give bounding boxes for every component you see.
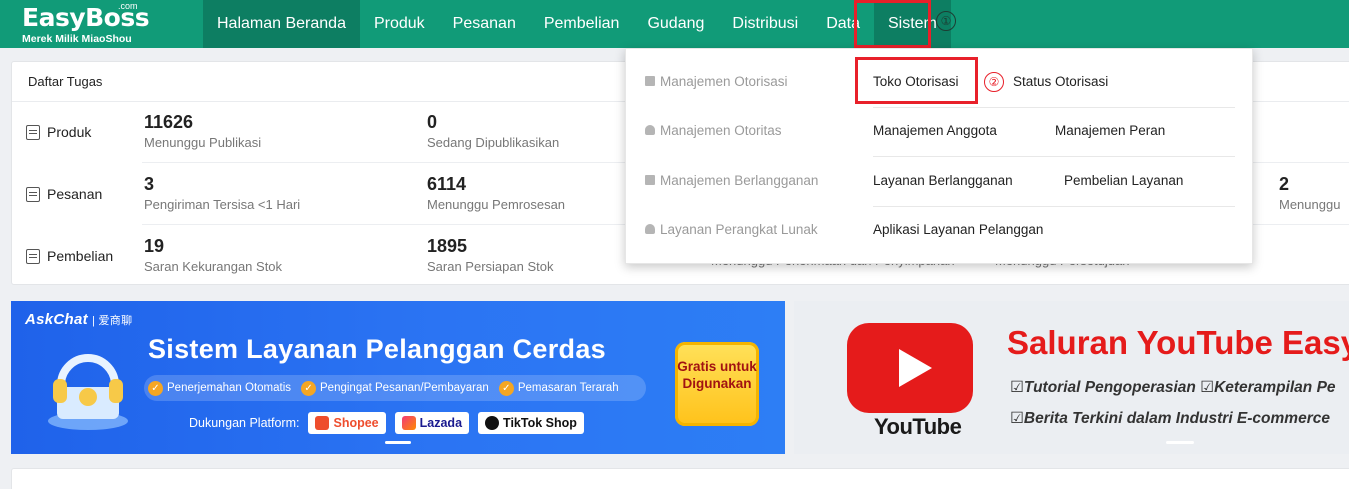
stat-number: 2 [1279,174,1290,194]
lazada-icon [401,416,416,430]
stat-label: Saran Persiapan Stok [427,259,554,274]
shopee-icon [315,416,330,430]
stat-label: Sedang Dipublikasikan [427,135,560,150]
youtube-banner-line-2: ☑Berita Terkini dalam Industri E-commerc… [1010,410,1330,427]
feature-text: Pengingat Pesanan/Pembayaran [320,382,489,394]
askchat-brand: AskChat | 爱商聊 [25,311,132,328]
step-1-marker: ① [936,11,956,31]
order-doc-icon [26,186,40,202]
software-user-icon [645,224,655,234]
stat-number: 1895 [427,236,468,256]
nav-item-gudang[interactable]: Gudang [633,0,718,48]
banner-title: Sistem Layanan Pelanggan Cerdas [148,334,606,364]
feature-list: ✓ Penerjemahan Otomatis ✓ Pengingat Pesana… [144,375,646,401]
headset-illustration-icon [48,354,128,430]
top-navigation-bar: EasyBoss .com Merek Milik MiaoShou Halam… [0,0,1349,48]
bookmark-icon [645,175,655,185]
stat-menunggu-publikasi[interactable]: 11626 Menunggu Publikasi [144,110,261,152]
stat-sedang-dipublikasikan[interactable]: 0 Sedang Dipublikasikan [427,110,559,152]
user-icon [645,125,655,135]
check-icon: ✓ [498,380,514,396]
bottom-card [11,468,1349,489]
toko-otorisasi-highlight-box [855,57,978,104]
platform-label: Dukungan Platform: [189,416,300,430]
stat-number: 0 [427,112,438,132]
dd-category-label: Manajemen Otoritas [660,122,782,138]
carousel-indicator[interactable] [385,441,411,444]
dd-link-manajemen-anggota[interactable]: Manajemen Anggota [873,105,997,155]
nav-item-produk[interactable]: Produk [360,0,439,48]
free-cta-badge[interactable]: Gratis untuk Digunakan [675,342,759,426]
play-icon [899,349,932,387]
brand-cn: | 爱商聊 [91,315,133,327]
task-row-label: Pesanan [47,186,103,202]
dd-link-layanan-berlangganan[interactable]: Layanan Berlangganan [873,155,1013,205]
dd-category-label: Manajemen Berlangganan [660,172,819,188]
step-2-marker: ② [984,72,1004,92]
nav-item-pesanan[interactable]: Pesanan [439,0,530,48]
nav-item-pembelian[interactable]: Pembelian [530,0,634,48]
dd-category-label: Manajemen Otorisasi [660,73,788,89]
task-row-label: Pembelian [47,248,114,264]
stat-label: Menunggu Publikasi [144,135,262,150]
youtube-banner-line-1: ☑Tutorial Pengoperasian ☑Keterampilan Pe [1010,379,1336,396]
platform-name: Lazada [419,416,463,430]
stat-number: 11626 [144,112,194,132]
dd-link-aplikasi-layanan[interactable]: Aplikasi Layanan Pelanggan [873,204,1043,254]
sistem-highlight-box [854,0,931,48]
feature-item: ✓ Pengingat Pesanan/Pembayaran [301,380,489,396]
tiktok-icon [485,416,500,430]
feature-item: ✓ Pemasaran Terarah [498,380,619,396]
store-icon [645,76,655,86]
brand-name: AskChat [25,311,88,328]
check-icon: ✓ [148,380,163,396]
feature-item: ✓ Penerjemahan Otomatis [148,380,292,396]
task-row-label: Produk [47,124,92,140]
stat-saran-kekurangan-stok[interactable]: 19 Saran Kekurangan Stok [144,234,282,276]
youtube-banner-title: Saluran YouTube EasyBo [1007,324,1349,361]
stat-number: 19 [144,236,165,256]
lazada-badge: Lazada [394,412,470,434]
stat-menunggu-pemrosesan[interactable]: 6114 Menunggu Pemrosesan [427,172,565,214]
dd-row-otoritas: Manajemen Otoritas Manajemen Anggota Man… [626,105,1254,155]
stat-menunggu-right[interactable]: 2 Menunggu [1279,172,1340,214]
nav-item-beranda[interactable]: Halaman Beranda [203,0,360,48]
platform-name: Shopee [333,416,379,430]
feature-text: Pemasaran Terarah [517,382,619,394]
askchat-banner[interactable]: AskChat | 爱商聊 Sistem Layanan Pelanggan Ce… [11,301,785,454]
easyboss-logo[interactable]: EasyBoss .com Merek Milik MiaoShou [0,0,203,48]
stat-number: 6114 [427,174,467,194]
stat-label: Saran Kekurangan Stok [144,259,283,274]
stat-label: Pengiriman Tersisa <1 Hari [144,197,301,212]
logo-suffix: .com [118,1,138,11]
check-icon: ✓ [301,380,317,396]
shopee-badge: Shopee [308,412,386,434]
dd-link-manajemen-peran[interactable]: Manajemen Peran [1055,105,1165,155]
stat-number: 3 [144,174,155,194]
main-nav: Halaman Beranda Produk Pesanan Pembelian… [203,0,951,48]
logo-subtitle: Merek Milik MiaoShou [22,33,132,45]
purchase-doc-icon [26,248,40,264]
dd-link-status-otorisasi[interactable]: Status Otorisasi [1013,56,1108,106]
stat-label: Menunggu Pemrosesan [427,197,566,212]
tiktok-badge: TikTok Shop [478,412,584,434]
dd-row-perangkat-lunak: Layanan Perangkat Lunak Aplikasi Layanan… [626,204,1254,254]
product-doc-icon [26,124,40,140]
stat-pengiriman-tersisa[interactable]: 3 Pengiriman Tersisa <1 Hari [144,172,300,214]
youtube-banner[interactable]: YouTube Saluran YouTube EasyBo ☑Tutorial… [794,301,1349,454]
feature-text: Penerjemahan Otomatis [167,382,292,394]
stat-saran-persiapan-stok[interactable]: 1895 Saran Persiapan Stok [427,234,553,276]
logo-name: EasyBoss [22,3,150,32]
nav-item-distribusi[interactable]: Distribusi [718,0,812,48]
carousel-indicator[interactable] [1166,441,1194,444]
dd-row-berlangganan: Manajemen Berlangganan Layanan Berlangga… [626,155,1254,205]
youtube-wordmark: YouTube [874,414,962,439]
dd-link-pembelian-layanan[interactable]: Pembelian Layanan [1064,155,1183,205]
platform-support: Dukungan Platform: Shopee Lazada TikTok … [189,412,584,434]
platform-name: TikTok Shop [503,416,577,430]
dd-category-label: Layanan Perangkat Lunak [660,221,818,237]
stat-label: Menunggu [1279,197,1341,212]
